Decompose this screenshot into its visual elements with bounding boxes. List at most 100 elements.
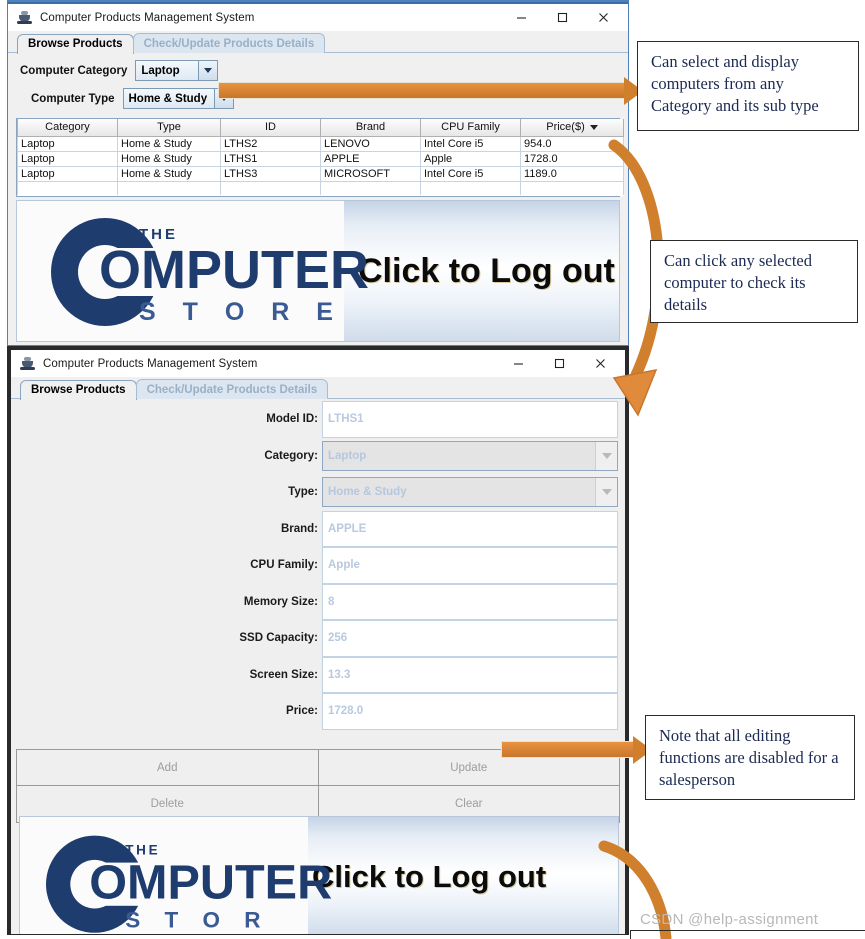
memory-size-label: Memory Size: (243, 595, 318, 608)
window-check-update-products-details: Computer Products Management System Brow… (7, 346, 629, 935)
screen-size-input[interactable]: 13.3 (322, 656, 618, 693)
brand-input[interactable]: APPLE (322, 510, 618, 547)
minimize-icon[interactable] (501, 4, 542, 31)
field-row-brand: Brand: APPLE (11, 510, 625, 547)
type-value: Home & Study (328, 486, 407, 499)
add-button[interactable]: Add (16, 749, 319, 786)
tab-check-update-products-details-label: Check/Update Products Details (146, 383, 318, 396)
category-combobox[interactable]: Laptop (322, 440, 618, 471)
field-row-category: Category: Laptop (11, 438, 625, 475)
note-editing-disabled-text: Note that all editing functions are disa… (659, 726, 839, 789)
cell-category: Laptop (17, 151, 118, 167)
sort-descending-icon (589, 124, 598, 130)
window1-controls (501, 4, 624, 31)
product-details-form: Model ID: LTHS1 Category: Laptop Type: H… (11, 399, 625, 749)
model-id-label: Model ID: (266, 413, 318, 426)
annotation-arrow-shaft-2 (501, 741, 635, 758)
window2-titlebar[interactable]: Computer Products Management System (11, 350, 625, 377)
computer-store-logo-1: THE OMPUTER S T O R E (17, 201, 369, 341)
close-icon[interactable] (583, 4, 624, 31)
field-row-price: Price: 1728.0 (11, 693, 625, 730)
logo-store-text: S T O R E (125, 907, 270, 934)
computer-category-value: Laptop (136, 61, 199, 80)
column-header-type[interactable]: Type (117, 119, 221, 137)
cell-empty (117, 181, 221, 196)
table-row[interactable]: Laptop Home & Study LTHS2 LENOVO Intel C… (17, 136, 624, 152)
type-combobox[interactable]: Home & Study (322, 477, 618, 508)
logout-banner-1[interactable]: THE OMPUTER S T O R E Click to Log out (16, 200, 620, 342)
table-header-row: Category Type ID Brand CPU Family Price(… (17, 119, 624, 137)
column-header-cpu-family[interactable]: CPU Family (420, 119, 521, 137)
category-value: Laptop (328, 449, 367, 462)
products-table: Category Type ID Brand CPU Family Price(… (17, 119, 624, 196)
column-header-brand[interactable]: Brand (320, 119, 421, 137)
annotation-frame-bottom (630, 930, 865, 939)
cell-brand: MICROSOFT (320, 166, 421, 182)
cpu-family-input[interactable]: Apple (322, 547, 618, 584)
window1-tabstrip: Browse Products Check/Update Products De… (8, 31, 628, 54)
cell-id: LTHS2 (220, 136, 321, 152)
field-row-memory-size: Memory Size: 8 (11, 583, 625, 620)
cell-category: Laptop (17, 136, 118, 152)
table-row[interactable]: Laptop Home & Study LTHS1 APPLE Apple 17… (17, 151, 624, 167)
note-category: Can select and display computers from an… (637, 41, 859, 131)
window1-titlebar[interactable]: Computer Products Management System (8, 4, 628, 31)
tab-browse-products[interactable]: Browse Products (17, 34, 134, 54)
chevron-down-icon[interactable] (595, 478, 617, 507)
filter-row-category: Computer Category Laptop (8, 58, 628, 83)
watermark: CSDN @help-assignment (640, 911, 819, 928)
tab-browse-products[interactable]: Browse Products (20, 380, 137, 400)
logout-banner-2[interactable]: THE OMPUTER S T O R E Click to Log out (19, 816, 619, 934)
tab-check-update-products-details[interactable]: Check/Update Products Details (132, 33, 326, 53)
model-id-input[interactable]: LTHS1 (322, 401, 618, 438)
coffee-cup-app-icon (17, 10, 33, 25)
cell-cpu-family: Apple (420, 151, 521, 167)
chevron-down-icon[interactable] (198, 61, 218, 80)
ssd-capacity-input[interactable]: 256 (322, 620, 618, 657)
note-editing-disabled: Note that all editing functions are disa… (645, 715, 855, 800)
memory-size-input[interactable]: 8 (322, 583, 618, 620)
cell-brand: LENOVO (320, 136, 421, 152)
logout-label-2[interactable]: Click to Log out (312, 859, 546, 895)
column-header-type-label: Type (157, 121, 181, 134)
window2-title: Computer Products Management System (43, 357, 258, 370)
column-header-price-label: Price($) (546, 121, 585, 134)
note-click-computer-text: Can click any selected computer to check… (664, 251, 812, 314)
cell-type: Home & Study (117, 136, 221, 152)
column-header-category[interactable]: Category (17, 119, 118, 137)
field-row-ssd-capacity: SSD Capacity: 256 (11, 620, 625, 657)
computer-category-combobox[interactable]: Laptop (135, 60, 219, 81)
field-row-screen-size: Screen Size: 13.3 (11, 656, 625, 693)
cell-id: LTHS1 (220, 151, 321, 167)
column-header-brand-label: Brand (355, 121, 386, 134)
minimize-icon[interactable] (498, 350, 539, 377)
maximize-icon[interactable] (542, 4, 583, 31)
field-row-model-id: Model ID: LTHS1 (11, 401, 625, 438)
products-table-container: Category Type ID Brand CPU Family Price(… (16, 118, 624, 197)
cell-empty (220, 181, 321, 196)
computer-type-label: Computer Type (31, 92, 115, 105)
computer-category-label: Computer Category (20, 64, 128, 77)
screenshot-root: Computer Products Management System Brow… (0, 0, 865, 939)
window-browse-products: Computer Products Management System Brow… (7, 2, 629, 346)
cell-category: Laptop (17, 166, 118, 182)
type-label: Type: (288, 486, 318, 499)
window2-tabstrip: Browse Products Check/Update Products De… (11, 377, 625, 400)
chevron-down-icon[interactable] (595, 441, 617, 470)
logo-computer-text: OMPUTER (99, 240, 369, 300)
column-header-id-label: ID (265, 121, 276, 134)
tab-browse-products-label: Browse Products (31, 384, 126, 396)
tab-browse-products-label: Browse Products (28, 38, 123, 50)
maximize-icon[interactable] (539, 350, 580, 377)
column-header-id[interactable]: ID (220, 119, 321, 137)
note-click-computer: Can click any selected computer to check… (650, 240, 858, 323)
category-label: Category: (264, 449, 318, 462)
tab-check-update-products-details[interactable]: Check/Update Products Details (135, 379, 329, 399)
cell-id: LTHS3 (220, 166, 321, 182)
cell-empty (420, 181, 521, 196)
price-input[interactable]: 1728.0 (322, 693, 618, 730)
logout-label-1[interactable]: Click to Log out (358, 252, 615, 291)
cell-empty (17, 181, 118, 196)
logo-computer-text: OMPUTER (89, 854, 333, 909)
table-row[interactable]: Laptop Home & Study LTHS3 MICROSOFT Inte… (17, 166, 624, 182)
